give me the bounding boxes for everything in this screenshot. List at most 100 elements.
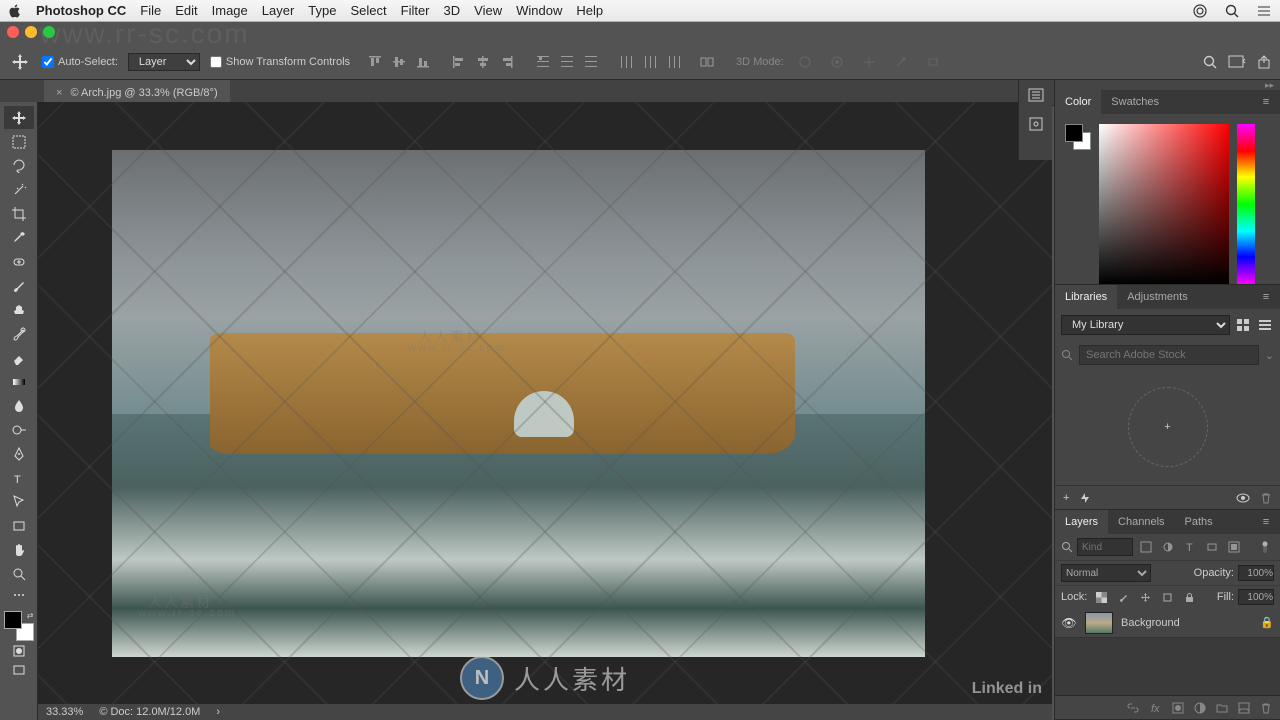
spotlight-search-icon[interactable] xyxy=(1224,3,1240,19)
collapse-panels-icon[interactable]: ▸▸ xyxy=(1265,80,1274,90)
status-expand-icon[interactable]: › xyxy=(216,706,220,718)
layer-lock-icon[interactable]: 🔒 xyxy=(1260,616,1274,629)
add-graphic-icon[interactable] xyxy=(1079,492,1091,504)
menu-help[interactable]: Help xyxy=(576,3,603,18)
clone-stamp-tool[interactable] xyxy=(4,298,34,321)
align-top-edges-button[interactable] xyxy=(364,51,386,73)
menu-file[interactable]: File xyxy=(140,3,161,18)
lock-all-icon[interactable] xyxy=(1181,589,1197,605)
move-tool[interactable] xyxy=(4,106,34,129)
layer-row-background[interactable]: 👁 Background 🔒 xyxy=(1055,608,1280,638)
doc-info[interactable]: © Doc: 12.0M/12.0M xyxy=(99,706,200,718)
share-icon[interactable] xyxy=(1256,54,1272,70)
distribute-top-button[interactable] xyxy=(532,51,554,73)
arrange-documents-icon[interactable] xyxy=(1228,54,1246,70)
show-transform-checkbox[interactable]: Show Transform Controls xyxy=(210,56,350,68)
auto-select-checkbox[interactable]: Auto-Select: xyxy=(42,56,118,68)
align-vertical-centers-button[interactable] xyxy=(388,51,410,73)
menu-layer[interactable]: Layer xyxy=(262,3,295,18)
pen-tool[interactable] xyxy=(4,442,34,465)
foreground-color-swatch[interactable] xyxy=(4,611,22,629)
filter-kind-icon[interactable] xyxy=(1061,541,1073,553)
tab-swatches[interactable]: Swatches xyxy=(1101,90,1169,114)
blur-tool[interactable] xyxy=(4,394,34,417)
search-icon[interactable] xyxy=(1202,54,1218,70)
menu-3d[interactable]: 3D xyxy=(444,3,461,18)
filter-adjustment-icon[interactable] xyxy=(1159,538,1177,556)
brush-tool[interactable] xyxy=(4,274,34,297)
path-selection-tool[interactable] xyxy=(4,490,34,513)
new-layer-icon[interactable] xyxy=(1238,702,1250,714)
opacity-input[interactable] xyxy=(1238,565,1274,581)
lock-image-icon[interactable] xyxy=(1115,589,1131,605)
search-stock-input[interactable] xyxy=(1079,345,1259,365)
menu-select[interactable]: Select xyxy=(350,3,386,18)
eraser-tool[interactable] xyxy=(4,346,34,369)
tab-paths[interactable]: Paths xyxy=(1175,510,1223,534)
menu-image[interactable]: Image xyxy=(212,3,248,18)
3d-roll-button[interactable] xyxy=(826,51,848,73)
filter-toggle-switch[interactable] xyxy=(1256,538,1274,556)
library-drop-area[interactable]: + xyxy=(1055,369,1280,485)
magic-wand-tool[interactable] xyxy=(4,178,34,201)
marquee-tool[interactable] xyxy=(4,130,34,153)
zoom-level[interactable]: 33.33% xyxy=(46,706,83,718)
distribute-vcenter-button[interactable] xyxy=(556,51,578,73)
auto-align-button[interactable] xyxy=(696,51,718,73)
lock-transparency-icon[interactable] xyxy=(1093,589,1109,605)
canvas-area[interactable]: 人人素材 www.rr-sc.com 人人素材 www.rr-sc.com N … xyxy=(38,102,1052,704)
rectangle-tool[interactable] xyxy=(4,514,34,537)
layer-visibility-icon[interactable]: 👁 xyxy=(1061,616,1077,630)
swap-colors-icon[interactable]: ⇄ xyxy=(27,611,34,620)
link-layers-icon[interactable] xyxy=(1126,702,1140,714)
close-tab-icon[interactable]: × xyxy=(56,87,62,99)
distribute-left-button[interactable] xyxy=(616,51,638,73)
tab-adjustments[interactable]: Adjustments xyxy=(1117,285,1198,309)
layer-filter-input[interactable] xyxy=(1077,538,1133,556)
screen-mode-button[interactable] xyxy=(4,661,34,679)
add-content-icon[interactable]: + xyxy=(1063,492,1069,504)
3d-pan-button[interactable] xyxy=(858,51,880,73)
tab-color[interactable]: Color xyxy=(1055,90,1101,114)
align-bottom-edges-button[interactable] xyxy=(412,51,434,73)
window-minimize-button[interactable] xyxy=(25,26,37,38)
type-tool[interactable]: T xyxy=(4,466,34,489)
align-horizontal-centers-button[interactable] xyxy=(472,51,494,73)
library-dropdown[interactable]: My Library xyxy=(1061,315,1230,335)
tab-libraries[interactable]: Libraries xyxy=(1055,285,1117,309)
tab-channels[interactable]: Channels xyxy=(1108,510,1174,534)
color-swatch[interactable]: ⇄ xyxy=(4,611,34,641)
blend-mode-dropdown[interactable]: Normal xyxy=(1061,564,1151,582)
align-left-edges-button[interactable] xyxy=(448,51,470,73)
menu-list-icon[interactable] xyxy=(1256,3,1272,19)
layer-mask-icon[interactable] xyxy=(1172,702,1184,714)
3d-zoom-button[interactable] xyxy=(922,51,944,73)
group-layers-icon[interactable] xyxy=(1216,702,1228,714)
3d-orbit-button[interactable] xyxy=(794,51,816,73)
distribute-right-button[interactable] xyxy=(664,51,686,73)
distribute-bottom-button[interactable] xyxy=(580,51,602,73)
edit-toolbar-button[interactable] xyxy=(4,586,34,604)
menu-filter[interactable]: Filter xyxy=(401,3,430,18)
layer-name[interactable]: Background xyxy=(1121,617,1252,629)
menu-type[interactable]: Type xyxy=(308,3,336,18)
hand-tool[interactable] xyxy=(4,538,34,561)
fill-input[interactable] xyxy=(1238,589,1274,605)
quick-mask-button[interactable] xyxy=(4,642,34,660)
eyedropper-tool[interactable] xyxy=(4,226,34,249)
zoom-tool[interactable] xyxy=(4,562,34,585)
filter-shape-icon[interactable] xyxy=(1203,538,1221,556)
distribute-hcenter-button[interactable] xyxy=(640,51,662,73)
grid-view-icon[interactable] xyxy=(1234,316,1252,334)
list-view-icon[interactable] xyxy=(1256,316,1274,334)
3d-slide-button[interactable] xyxy=(890,51,912,73)
gradient-tool[interactable] xyxy=(4,370,34,393)
fg-color-chip[interactable] xyxy=(1065,124,1083,142)
filter-pixel-icon[interactable] xyxy=(1137,538,1155,556)
window-maximize-button[interactable] xyxy=(43,26,55,38)
layer-list[interactable]: 👁 Background 🔒 xyxy=(1055,608,1280,695)
filter-type-icon[interactable]: T xyxy=(1181,538,1199,556)
color-panel-menu-icon[interactable]: ≡ xyxy=(1258,96,1274,108)
auto-select-dropdown[interactable]: Layer xyxy=(128,53,200,71)
tab-layers[interactable]: Layers xyxy=(1055,510,1108,534)
